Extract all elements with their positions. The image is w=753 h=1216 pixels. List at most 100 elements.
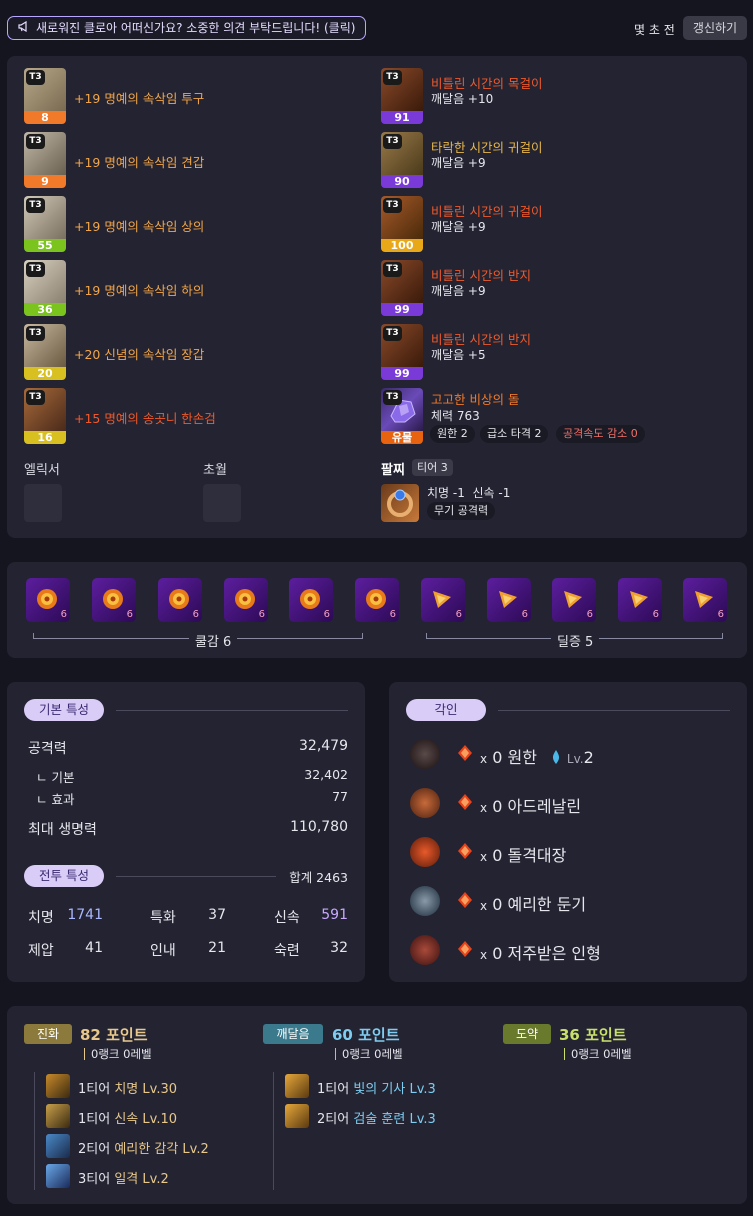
gem-slot[interactable]: 6 bbox=[158, 578, 202, 622]
gem-level: 6 bbox=[652, 609, 659, 620]
quality-badge: 91 bbox=[381, 111, 423, 124]
engraving-level-label: Lv. bbox=[566, 752, 584, 766]
bracelet-tier: 티어 3 bbox=[412, 459, 453, 476]
node-text: 1티어 신속 Lv.10 bbox=[78, 1108, 177, 1127]
gem-level: 6 bbox=[389, 609, 396, 620]
bracelet-icon[interactable] bbox=[381, 484, 419, 522]
engraving-name: 0 원한 bbox=[492, 748, 537, 767]
divider bbox=[116, 710, 348, 711]
armor-item[interactable]: T3 9 +19 명예의 속삭임 견갑 bbox=[24, 132, 364, 188]
divider bbox=[498, 710, 730, 711]
gem-slot[interactable]: 6 bbox=[421, 578, 465, 622]
accessory-icon: T3 99 bbox=[381, 324, 423, 380]
engraving-name: 0 아드레날린 bbox=[492, 797, 582, 816]
evolution-node-icon bbox=[46, 1164, 70, 1188]
elixir-slot[interactable] bbox=[24, 484, 62, 522]
gem-level: 6 bbox=[717, 609, 724, 620]
engraving-multiplier: x bbox=[480, 801, 488, 815]
leap-tag: 도약 bbox=[503, 1024, 551, 1044]
armor-item[interactable]: T3 20 +20 신념의 속삭임 장갑 bbox=[24, 324, 364, 380]
quality-badge: 90 bbox=[381, 175, 423, 188]
grade-label: 유물 bbox=[381, 431, 423, 444]
evolution-node-icon bbox=[46, 1074, 70, 1098]
engraving-row[interactable]: x 0 예리한 둔기 bbox=[410, 886, 730, 916]
transcend-label: 초월 bbox=[203, 463, 227, 478]
accessory-item[interactable]: T3 90 타락한 시간의 귀걸이 깨달음 +9 bbox=[381, 132, 721, 188]
accessory-item[interactable]: T3 91 비틀린 시간의 목걸이 깨달음 +10 bbox=[381, 68, 721, 124]
gem-slot[interactable]: 6 bbox=[618, 578, 662, 622]
gem-slot[interactable]: 6 bbox=[224, 578, 268, 622]
leap-points: 36 포인트 bbox=[559, 1026, 627, 1044]
gem-slot[interactable]: 6 bbox=[487, 578, 531, 622]
refresh-button[interactable]: 갱신하기 bbox=[683, 16, 747, 40]
gem-slot[interactable]: 6 bbox=[92, 578, 136, 622]
engraving-level: 2 bbox=[583, 748, 594, 767]
armor-icon: T3 16 bbox=[24, 388, 66, 444]
gem-slot[interactable]: 6 bbox=[26, 578, 70, 622]
evolution-tag: 진화 bbox=[24, 1024, 72, 1044]
engraving-avatar bbox=[410, 837, 440, 867]
engraving-text: x 0 저주받은 인형 bbox=[480, 940, 601, 964]
tier-badge: T3 bbox=[383, 198, 402, 213]
accessory-effect: 깨달음 +9 bbox=[431, 220, 486, 234]
gem-slot[interactable]: 6 bbox=[552, 578, 596, 622]
node-name: 치명 Lv.30 bbox=[114, 1082, 177, 1097]
leap-rank: 0랭크 0레벨 bbox=[564, 1046, 632, 1062]
armor-item[interactable]: T3 16 +15 명예의 송곳니 한손검 bbox=[24, 388, 364, 444]
engraving-avatar bbox=[410, 886, 440, 916]
accessory-item[interactable]: T3 99 비틀린 시간의 반지 깨달음 +9 bbox=[381, 260, 721, 316]
engraving-name: 0 저주받은 인형 bbox=[492, 944, 601, 963]
evolution-node[interactable]: 2티어 예리한 감각 Lv.2 bbox=[46, 1134, 256, 1158]
damage-summary: 딜증 5 bbox=[551, 631, 600, 650]
quality-badge: 100 bbox=[381, 239, 423, 252]
node-tier: 1티어 bbox=[78, 1082, 111, 1097]
ability-stone-icon: T3 유물 bbox=[381, 388, 423, 444]
engraving-row[interactable]: x 0 원한 Lv.2 bbox=[410, 739, 730, 769]
combat-stat-value: 37 bbox=[208, 907, 226, 923]
accessory-item[interactable]: T3 99 비틀린 시간의 반지 깨달음 +5 bbox=[381, 324, 721, 380]
node-text: 2티어 검술 훈련 Lv.3 bbox=[317, 1108, 436, 1127]
feedback-button[interactable]: 새로워진 클로아 어떠신가요? 소중한 의견 부탁드립니다! (클릭) bbox=[7, 16, 367, 40]
armor-item[interactable]: T3 55 +19 명예의 속삭임 상의 bbox=[24, 196, 364, 252]
armor-name: +19 명예의 속삭임 상의 bbox=[74, 219, 205, 234]
enlightenment-node[interactable]: 2티어 검술 훈련 Lv.3 bbox=[285, 1104, 505, 1128]
node-tier: 1티어 bbox=[78, 1112, 111, 1127]
hp-value: 110,780 bbox=[290, 819, 348, 835]
gem-slot[interactable]: 6 bbox=[355, 578, 399, 622]
engraving-row[interactable]: x 0 돌격대장 bbox=[410, 837, 730, 867]
top-bar: 새로워진 클로아 어떠신가요? 소중한 의견 부탁드립니다! (클릭) 몇 초 … bbox=[0, 0, 753, 56]
engraving-avatar bbox=[410, 739, 440, 769]
enlightenment-node-icon bbox=[285, 1104, 309, 1128]
node-text: 1티어 빛의 기사 Lv.3 bbox=[317, 1078, 436, 1097]
engraving-multiplier: x bbox=[480, 948, 488, 962]
engraving-name: 0 돌격대장 bbox=[492, 846, 567, 865]
gem-slot[interactable]: 6 bbox=[683, 578, 727, 622]
engraving-multiplier: x bbox=[480, 850, 488, 864]
tier-badge: T3 bbox=[383, 262, 402, 277]
tier-badge: T3 bbox=[26, 134, 45, 149]
accessory-icon: T3 90 bbox=[381, 132, 423, 188]
tier-badge: T3 bbox=[26, 70, 45, 85]
effect-attack-value: 77 bbox=[332, 789, 348, 804]
transcend-slot[interactable] bbox=[203, 484, 241, 522]
cooldown-summary: 쿨감 6 bbox=[189, 631, 238, 650]
node-tier: 2티어 bbox=[317, 1112, 350, 1127]
evolution-node[interactable]: 1티어 치명 Lv.30 bbox=[46, 1074, 256, 1098]
evolution-node[interactable]: 3티어 일격 Lv.2 bbox=[46, 1164, 256, 1188]
armor-item[interactable]: T3 8 +19 명예의 속삭임 투구 bbox=[24, 68, 364, 124]
engraving-multiplier: x bbox=[480, 752, 488, 766]
armor-item[interactable]: T3 36 +19 명예의 속삭임 하의 bbox=[24, 260, 364, 316]
enlightenment-node[interactable]: 1티어 빛의 기사 Lv.3 bbox=[285, 1074, 505, 1098]
engraving-row[interactable]: x 0 아드레날린 bbox=[410, 788, 730, 818]
basic-stats-title: 기본 특성 bbox=[24, 699, 104, 721]
evolution-node[interactable]: 1티어 신속 Lv.10 bbox=[46, 1104, 256, 1128]
engraving-row[interactable]: x 0 저주받은 인형 bbox=[410, 935, 730, 965]
gem-level: 6 bbox=[192, 609, 199, 620]
node-tier: 1티어 bbox=[317, 1082, 350, 1097]
quality-badge: 20 bbox=[24, 367, 66, 380]
accessory-effect: 깨달음 +9 bbox=[431, 284, 486, 298]
accessory-item[interactable]: T3 100 비틀린 시간의 귀걸이 깨달음 +9 bbox=[381, 196, 721, 252]
bracelet-stats: 치명 -1 신속 -1 bbox=[427, 486, 511, 500]
gem-slot[interactable]: 6 bbox=[289, 578, 333, 622]
stone-hp: 체력 763 bbox=[431, 409, 480, 423]
